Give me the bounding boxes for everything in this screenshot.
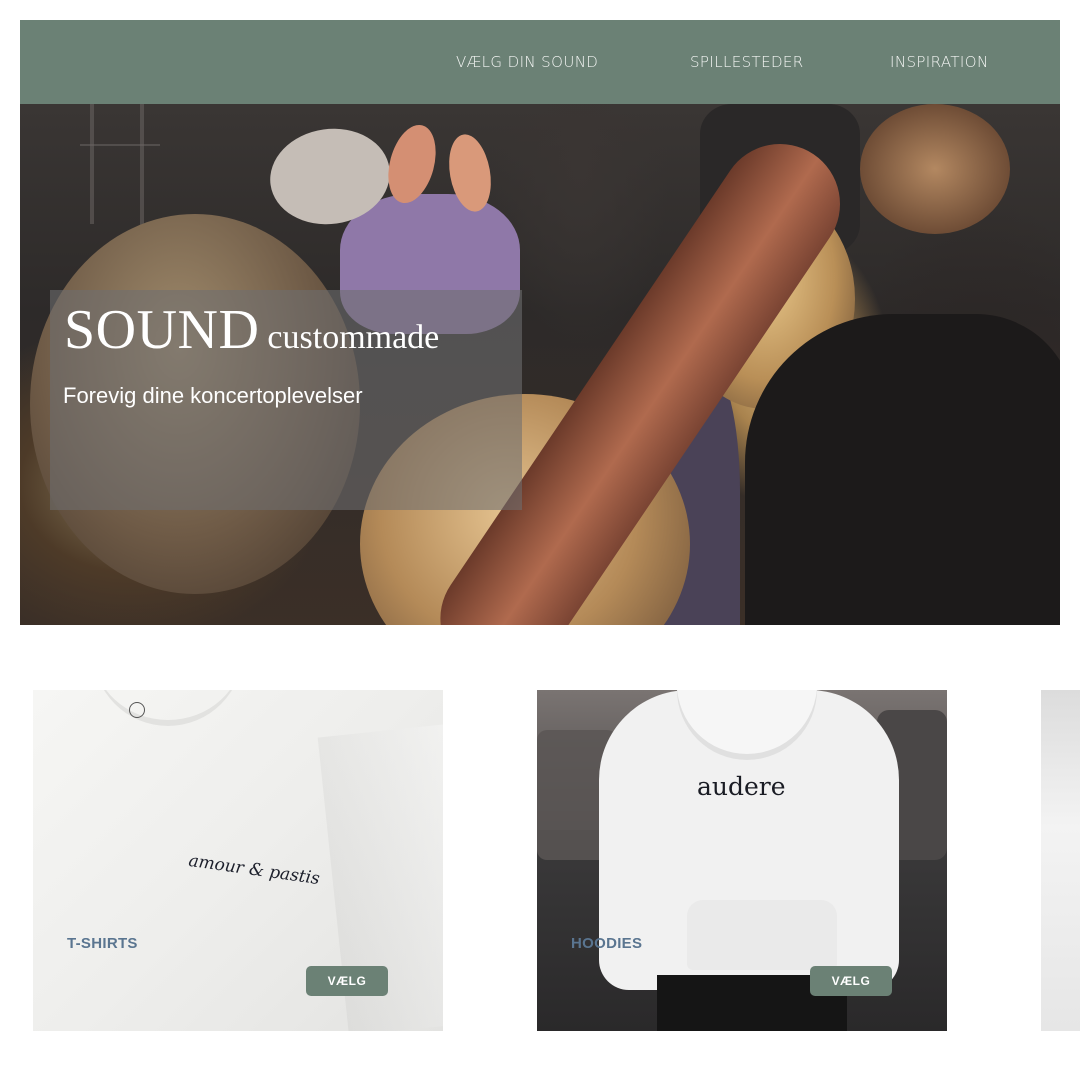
hero-banner: SOUND custommade Forevig dine koncertople… — [20, 104, 1060, 625]
nav-link-inspiration[interactable]: INSPIRATION — [890, 53, 989, 71]
stage-truss — [80, 144, 160, 146]
crowd-shape — [745, 314, 1060, 625]
product-card-hoodies[interactable]: audere HOODIES VÆLG — [537, 690, 947, 1031]
tshirt-print-text: amour & pastis — [187, 850, 321, 890]
hero-title-main: SOUND — [64, 299, 260, 361]
select-tshirts-button[interactable]: VÆLG — [306, 966, 388, 996]
product-card-partial[interactable] — [1041, 690, 1080, 1031]
top-navigation: VÆLG DIN SOUND SPILLESTEDER INSPIRATION — [20, 20, 1060, 104]
select-hoodies-button[interactable]: VÆLG — [810, 966, 892, 996]
tshirt-button — [129, 702, 145, 718]
tshirt-collar — [93, 690, 243, 726]
product-label: T-SHIRTS — [67, 935, 138, 952]
hoodie-print-text: audere — [697, 772, 786, 801]
nav-link-vaelg-din-sound[interactable]: VÆLG DIN SOUND — [456, 53, 598, 71]
stage-truss — [90, 104, 94, 224]
nav-link-spillesteder[interactable]: SPILLESTEDER — [690, 53, 804, 71]
product-card-tshirts[interactable]: amour & pastis T-SHIRTS VÆLG — [33, 690, 443, 1031]
crowd-shape — [860, 104, 1010, 234]
hero-title: SOUND custommade — [64, 298, 439, 362]
hoodie-pocket — [687, 900, 837, 970]
product-label: HOODIES — [571, 935, 643, 952]
hero-title-secondary: custommade — [267, 319, 440, 356]
hero-subtitle: Forevig dine koncertoplevelser — [63, 383, 363, 408]
